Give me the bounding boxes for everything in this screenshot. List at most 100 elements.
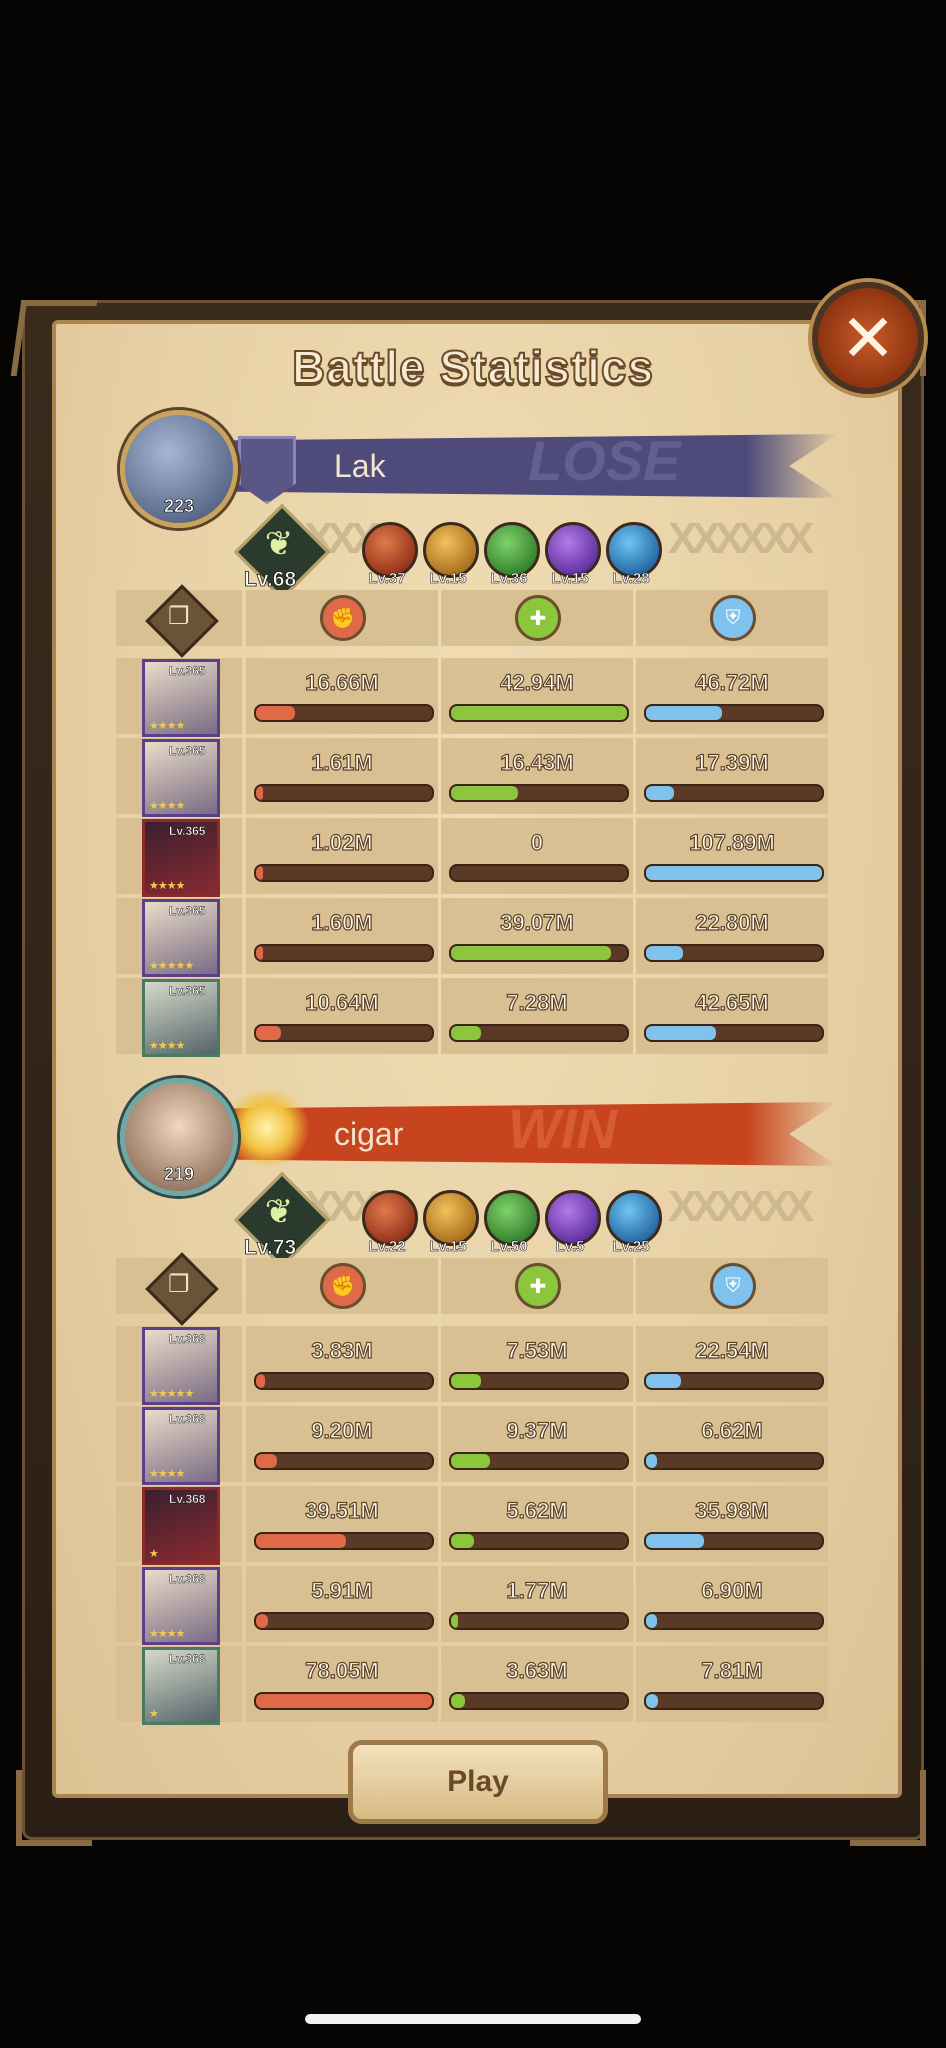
taken-bar	[644, 864, 824, 882]
home-indicator[interactable]	[305, 2014, 641, 2024]
heal-value: 3.63M	[506, 1657, 568, 1683]
heal-bar	[449, 1532, 629, 1550]
artifact-level: Lv.36	[490, 570, 528, 588]
heal-bar	[449, 784, 629, 802]
hero-portrait[interactable]: Lv.368 ★	[142, 1647, 220, 1725]
hero-level: Lv.365	[169, 744, 206, 758]
hero-stars: ★	[149, 1708, 159, 1720]
hero-portrait[interactable]: Lv.365 ★★★★★	[142, 899, 220, 977]
damage-value: 1.61M	[311, 749, 373, 775]
damage-icon: ✊	[320, 1263, 366, 1309]
hero-portrait[interactable]: Lv.365 ★★★★	[142, 819, 220, 897]
heal-value: 1.77M	[506, 1577, 568, 1603]
hero-stars: ★★★★★	[149, 960, 194, 972]
taken-bar	[644, 704, 824, 722]
taken-value: 7.81M	[701, 1657, 763, 1683]
close-button[interactable]: ✕	[812, 282, 924, 394]
heal-bar-fill	[451, 786, 518, 800]
frame-corner	[16, 1770, 92, 1846]
hero-stars: ★★★★	[149, 800, 185, 812]
hero-portrait[interactable]: Lv.368 ★★★★	[142, 1407, 220, 1485]
heal-value: 0	[530, 829, 544, 855]
heal-bar	[449, 944, 629, 962]
damage-bar	[254, 704, 434, 722]
damage-value: 1.02M	[311, 829, 373, 855]
taken-value: 22.54M	[695, 1337, 770, 1363]
shield-icon: ⛨	[710, 1263, 756, 1309]
heal-bar-fill	[451, 1694, 466, 1708]
taken-value: 6.62M	[701, 1417, 763, 1443]
heal-value: 42.94M	[500, 669, 575, 695]
heal-bar	[449, 1024, 629, 1042]
damage-bar-fill	[256, 1694, 432, 1708]
taken-value: 42.65M	[695, 989, 770, 1015]
heal-value: 5.62M	[506, 1497, 568, 1523]
taken-bar	[644, 784, 824, 802]
hero-level: Lv.365	[169, 664, 206, 678]
taken-value: 107.89M	[689, 829, 776, 855]
damage-bar-fill	[256, 1454, 278, 1468]
heal-bar	[449, 704, 629, 722]
heal-value: 9.37M	[506, 1417, 568, 1443]
damage-bar-fill	[256, 866, 264, 880]
hero-portrait[interactable]: Lv.368 ★★★★	[142, 1567, 220, 1645]
heal-icon: ✚	[515, 1263, 561, 1309]
close-icon: ✕	[840, 301, 896, 375]
hero-portrait[interactable]: Lv.368 ★★★★★	[142, 1327, 220, 1405]
document-icon: ❐	[168, 603, 190, 630]
avatar-level: 219	[163, 1164, 195, 1185]
player-avatar[interactable]: 219	[120, 1078, 238, 1196]
heal-bar	[449, 1692, 629, 1710]
taken-bar	[644, 1024, 824, 1042]
heal-bar-fill	[451, 946, 612, 960]
hero-stars: ★★★★★	[149, 1388, 194, 1400]
damage-bar	[254, 1024, 434, 1042]
player-name: cigar WIN	[228, 1102, 838, 1166]
heal-value: 16.43M	[500, 749, 575, 775]
shield-icon: ⛨	[710, 595, 756, 641]
hero-stars: ★	[149, 1548, 159, 1560]
heal-value: 7.53M	[506, 1337, 568, 1363]
formation-level: Lv.73	[244, 1236, 297, 1260]
hero-level: Lv.368	[169, 1412, 206, 1426]
artifact-level: Lv.15	[429, 1238, 467, 1256]
artifact-level: Lv.15	[429, 570, 467, 588]
taken-bar	[644, 1692, 824, 1710]
damage-icon: ✊	[320, 595, 366, 641]
damage-bar-fill	[256, 1614, 269, 1628]
heal-bar-fill	[451, 1534, 474, 1548]
damage-value: 5.91M	[311, 1577, 373, 1603]
damage-value: 78.05M	[305, 1657, 380, 1683]
taken-value: 17.39M	[695, 749, 770, 775]
taken-bar-fill	[646, 1374, 682, 1388]
hero-portrait[interactable]: Lv.365 ★★★★	[142, 979, 220, 1057]
taken-value: 46.72M	[695, 669, 770, 695]
taken-bar-fill	[646, 866, 822, 880]
hero-level: Lv.368	[169, 1332, 206, 1346]
damage-bar-fill	[256, 786, 264, 800]
play-button[interactable]: Play	[348, 1740, 608, 1824]
damage-bar-fill	[256, 1374, 265, 1388]
hero-level: Lv.365	[169, 984, 206, 998]
hero-stars: ★★★★	[149, 1468, 185, 1480]
artifact-level: Lv.50	[490, 1238, 528, 1256]
hero-portrait[interactable]: Lv.368 ★	[142, 1487, 220, 1565]
player-avatar[interactable]: 223	[120, 410, 238, 528]
taken-value: 6.90M	[701, 1577, 763, 1603]
damage-value: 16.66M	[305, 669, 380, 695]
hero-portrait[interactable]: Lv.365 ★★★★	[142, 659, 220, 737]
heal-bar-fill	[451, 1374, 481, 1388]
taken-value: 35.98M	[695, 1497, 770, 1523]
artifact-level: Lv.5	[555, 1238, 585, 1256]
taken-bar-fill	[646, 706, 722, 720]
hero-stars: ★★★★	[149, 720, 185, 732]
damage-bar	[254, 1692, 434, 1710]
taken-bar	[644, 1372, 824, 1390]
damage-value: 10.64M	[305, 989, 380, 1015]
hero-portrait[interactable]: Lv.365 ★★★★	[142, 739, 220, 817]
damage-bar-fill	[256, 1534, 346, 1548]
heal-bar	[449, 1452, 629, 1470]
artifact-level: Lv.37	[368, 570, 406, 588]
hero-level: Lv.368	[169, 1492, 206, 1506]
damage-bar	[254, 784, 434, 802]
